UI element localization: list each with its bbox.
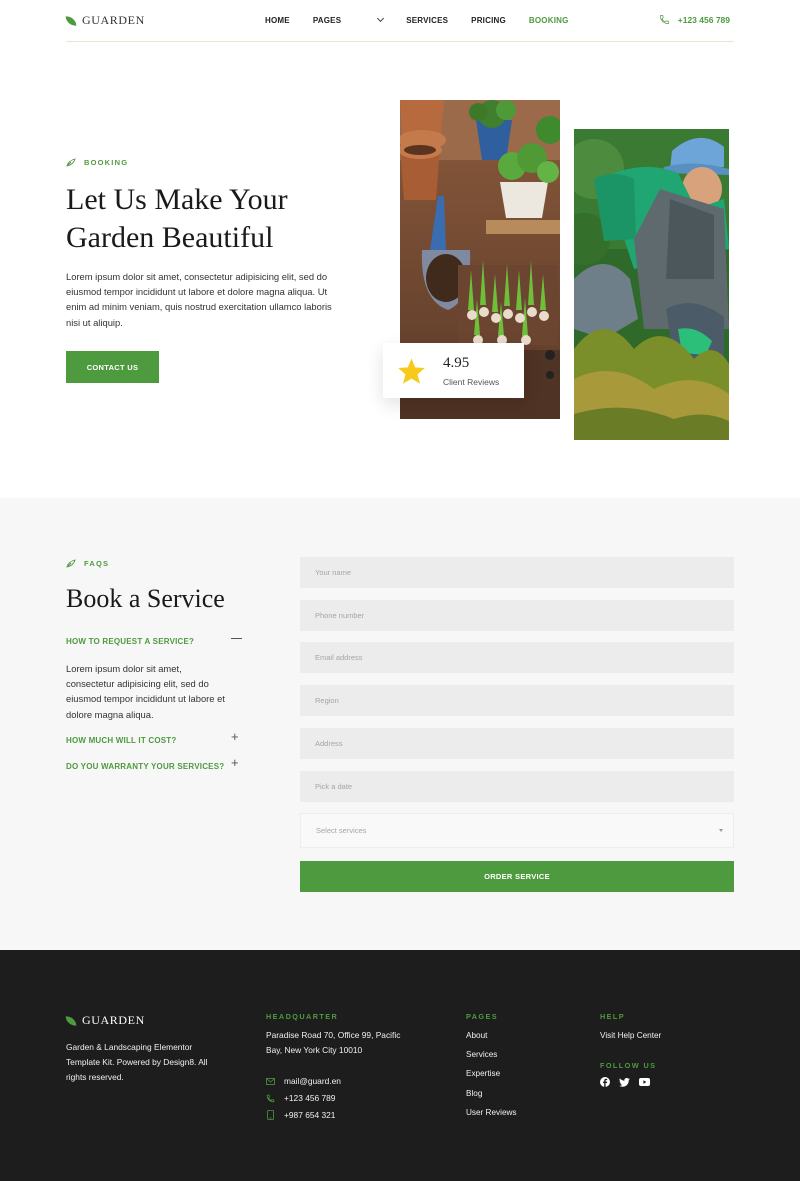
faq-eyebrow-text: FAQS — [84, 559, 110, 568]
brand-logo[interactable]: GUARDEN — [65, 13, 145, 28]
nav-services[interactable]: SERVICES — [406, 16, 448, 25]
header-phone-number: +123 456 789 — [677, 14, 730, 25]
hero-eyebrow: BOOKING — [66, 158, 128, 167]
faq-question-cost[interactable]: HOW MUCH WILL IT COST? — [66, 736, 176, 745]
order-service-button[interactable]: ORDER SERVICE — [300, 861, 734, 892]
headquarter-heading: HEADQUARTER — [266, 1012, 339, 1021]
name-field[interactable]: Your name — [300, 557, 734, 588]
service-select[interactable]: Select services — [300, 813, 734, 848]
help-heading: HELP — [600, 1012, 626, 1021]
phone-icon — [659, 15, 669, 24]
facebook-icon[interactable] — [600, 1077, 610, 1087]
nav-booking[interactable]: BOOKING — [529, 16, 569, 25]
faq-answer-request: Lorem ipsum dolor sit amet, consectetur … — [66, 663, 225, 720]
twitter-icon[interactable] — [619, 1077, 630, 1087]
footer-logo[interactable]: GUARDEN — [65, 1013, 145, 1028]
star-icon — [398, 358, 425, 384]
caret-down-icon — [719, 829, 723, 832]
footer-phone-2[interactable]: +987 654 321 — [266, 1110, 335, 1120]
rating-label: Client Reviews — [443, 377, 500, 387]
hero-title: Let Us Make Your Garden Beautiful — [66, 181, 366, 257]
nav-pages[interactable]: PAGES — [312, 14, 385, 25]
mail-icon — [266, 1077, 275, 1085]
footer-link-user-reviews[interactable]: User Reviews — [466, 1108, 517, 1117]
follow-us-heading: FOLLOW US — [600, 1061, 657, 1070]
nav-pricing[interactable]: PRICING — [471, 16, 506, 25]
gardener-photo — [574, 129, 729, 440]
hero-title-line-1: Let Us Make Your — [66, 183, 288, 216]
leaf-logo-icon — [65, 1015, 77, 1026]
pages-heading: PAGES — [466, 1012, 499, 1021]
rating-value: 4.95 — [443, 355, 470, 371]
footer-link-blog[interactable]: Blog — [466, 1089, 482, 1098]
minus-icon[interactable] — [231, 638, 242, 639]
footer-link-expertise[interactable]: Expertise — [466, 1069, 500, 1078]
mobile-phone-icon — [267, 1110, 274, 1120]
service-select-placeholder: Select services — [316, 826, 367, 835]
gardener-illustration — [574, 129, 729, 440]
chevron-down-icon — [377, 14, 385, 23]
site-footer: GUARDEN Garden & Landscaping Elementor T… — [0, 950, 800, 1181]
footer-email[interactable]: mail@guard.en — [266, 1076, 341, 1086]
main-nav: HOME PAGES SERVICES PRICING BOOKING — [265, 14, 592, 25]
headquarter-address: Paradise Road 70, Office 99, Pacific Bay… — [266, 1030, 401, 1055]
nav-pages-label: PAGES — [312, 16, 342, 25]
footer-phone-1[interactable]: +123 456 789 — [266, 1093, 335, 1103]
plus-icon[interactable]: + — [231, 756, 239, 769]
footer-link-services[interactable]: Services — [466, 1050, 497, 1059]
header-phone[interactable]: +123 456 789 — [659, 14, 730, 25]
booking-title: Book a Service — [66, 584, 225, 613]
brand-name: GUARDEN — [82, 13, 145, 27]
help-center-link[interactable]: Visit Help Center — [600, 1031, 661, 1040]
youtube-icon[interactable] — [639, 1078, 650, 1086]
footer-brand-name: GUARDEN — [82, 1013, 145, 1027]
sprout-icon — [66, 559, 76, 568]
leaf-logo-icon — [65, 15, 77, 26]
faq-eyebrow: FAQS — [66, 559, 109, 568]
hero-eyebrow-text: BOOKING — [84, 158, 129, 167]
phone-icon — [266, 1094, 275, 1102]
footer-phone-2-text: +987 654 321 — [284, 1110, 336, 1120]
plus-icon[interactable]: + — [231, 730, 239, 743]
site-header: GUARDEN HOME PAGES SERVICES PRICING BOOK… — [65, 0, 734, 42]
email-field[interactable]: Email address — [300, 642, 734, 673]
nav-home[interactable]: HOME — [265, 16, 290, 25]
phone-field[interactable]: Phone number — [300, 600, 734, 631]
footer-email-text: mail@guard.en — [284, 1076, 341, 1086]
rating-card: 4.95 Client Reviews — [383, 343, 524, 398]
social-links — [600, 1077, 650, 1087]
address-field[interactable]: Address — [300, 728, 734, 759]
footer-link-about[interactable]: About — [466, 1031, 487, 1040]
date-field[interactable]: Pick a date — [300, 771, 734, 802]
faq-question-request[interactable]: HOW TO REQUEST A SERVICE? — [66, 637, 194, 646]
footer-phone-1-text: +123 456 789 — [284, 1093, 336, 1103]
sprout-icon — [66, 158, 76, 167]
faq-question-warranty[interactable]: DO YOU WARRANTY YOUR SERVICES? — [66, 762, 224, 771]
contact-us-button[interactable]: CONTACT US — [66, 351, 159, 383]
footer-about: Garden & Landscaping Elementor Template … — [66, 1042, 208, 1082]
region-field[interactable]: Region — [300, 685, 734, 716]
hero-description: Lorem ipsum dolor sit amet, consectetur … — [66, 271, 332, 328]
hero-title-line-2: Garden Beautiful — [66, 221, 274, 254]
booking-section: FAQS Book a Service HOW TO REQUEST A SER… — [0, 498, 800, 950]
